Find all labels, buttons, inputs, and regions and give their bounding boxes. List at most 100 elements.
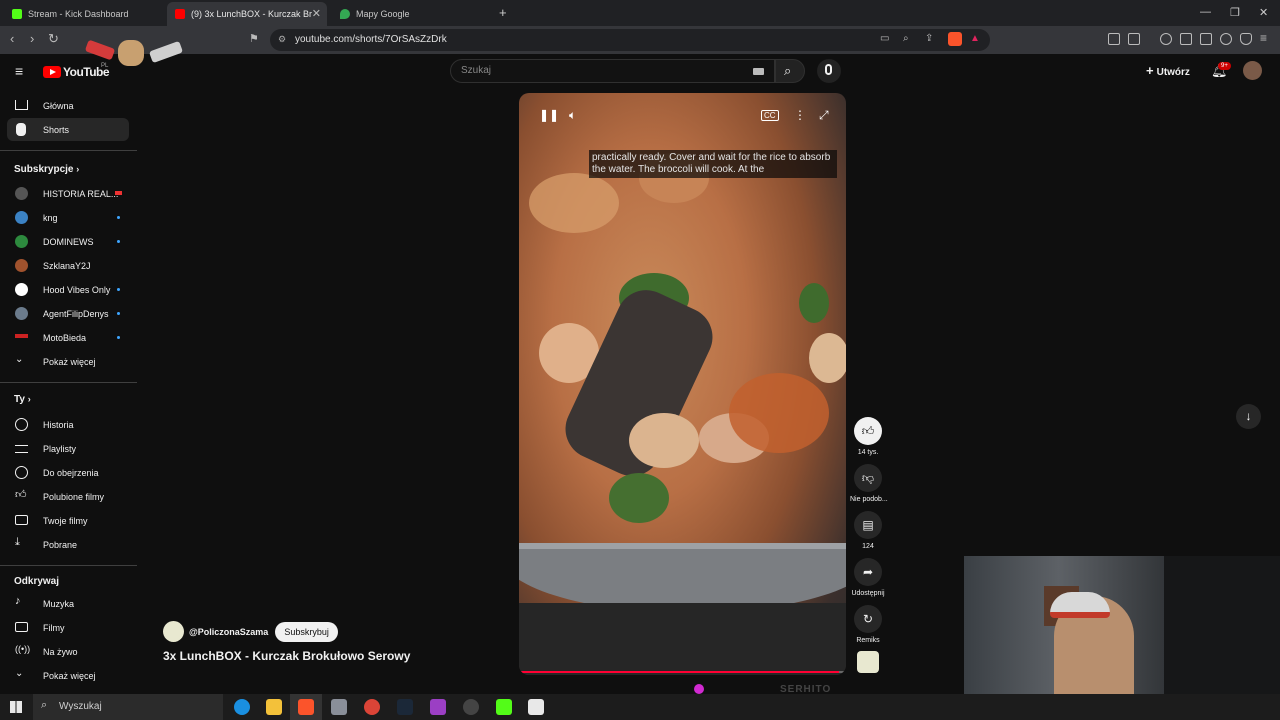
minimize-icon[interactable]: — [1200,6,1211,18]
media-icon[interactable] [1160,33,1172,45]
sidebar-subscription[interactable]: HISTORIA REAL... [7,182,129,205]
wallet-icon[interactable] [1200,33,1212,45]
sidebar-subscription[interactable]: Hood Vibes Only [7,278,129,301]
next-short-button[interactable]: ↓ [1236,404,1261,429]
more-options-icon[interactable]: ⋮ [794,108,806,122]
sidebar-subscription[interactable]: DOMINEWS [7,230,129,253]
keyboard-icon[interactable] [753,68,764,75]
short-title[interactable]: 3x LunchBOX - Kurczak Brokułowo Serowy [163,649,410,663]
tab-kick-dashboard[interactable]: Stream - Kick Dashboard [4,2,167,26]
zoom-icon[interactable]: ⌕ [903,33,909,44]
sidebar-item-history[interactable]: Historia [7,413,129,436]
address-bar[interactable]: ⚙ youtube.com/shorts/7OrSAsZzDrk ▭ ⌕ ⇪ ▲ [270,29,990,51]
steam-icon[interactable] [397,699,413,715]
reload-icon[interactable]: ↻ [48,31,59,47]
sidebar-item-home[interactable]: Główna [7,94,129,117]
sidebar-show-more[interactable]: ⌄ Pokaż więcej [7,664,129,687]
kick-icon[interactable] [496,699,512,715]
channel-row: @PoliczonaSzama Subskrybuj [163,621,338,642]
new-tab-button[interactable]: + [499,5,507,20]
sidebar-subscription[interactable]: AgentFilipDenys [7,302,129,325]
search-input[interactable] [461,65,741,76]
remix-icon[interactable]: ↻ [854,605,882,633]
remix-action[interactable]: ↻ Remiks [850,605,886,644]
like-action[interactable]: 👍︎ 14 tys. [850,417,886,456]
account-avatar[interactable] [1243,61,1262,80]
dislike-action[interactable]: 👎︎ Nie podob... [850,464,888,503]
site-info-icon[interactable]: ⚙ [278,34,286,45]
subscriptions-heading[interactable]: Subskrypcje › [14,164,79,175]
sidebar-show-more[interactable]: ⌄ Pokaż więcej [7,350,129,373]
brave-shields-icon[interactable] [948,32,962,46]
progress-scrubber[interactable] [694,684,704,694]
back-icon[interactable]: ‹ [10,31,14,46]
playlist-icon [15,445,28,453]
sidebar-subscription[interactable]: SzklanaY2J [7,254,129,277]
video-progress-bar[interactable] [519,671,846,673]
share-action[interactable]: ➦ Udostępnij [850,558,886,597]
liked-icon: 👍︎ [15,489,27,501]
restore-icon[interactable]: ❐ [1230,6,1240,19]
edge-icon[interactable] [234,699,250,715]
taskbar-search[interactable]: ⌕ Wyszukaj [33,694,223,720]
fullscreen-icon[interactable]: ⤢ [819,108,829,123]
comment-icon[interactable]: ▤ [854,511,882,539]
channel-avatar[interactable] [163,621,184,642]
tab-youtube-short[interactable]: (9) 3x LunchBOX - Kurczak Br ✕ [167,2,327,26]
pause-icon[interactable]: ❚❚ [539,108,559,122]
bookmark-icon[interactable]: ⚑ [249,32,259,45]
leo-ai-icon[interactable] [1220,33,1232,45]
tab-google-maps[interactable]: Mapy Google [332,2,492,26]
search-button[interactable]: ⌕ [775,59,805,83]
app-icon[interactable] [331,699,347,715]
sidebar-item-downloads[interactable]: ⤓ Pobrane [7,533,129,556]
windows-start-icon[interactable] [10,701,22,713]
sidebar-item-live[interactable]: ((•)) Na żywo [7,640,129,663]
sidebar-item-playlists[interactable]: Playlisty [7,437,129,460]
sidebar-subscription[interactable]: MotoBieda [7,326,129,349]
sidebar-item-movies[interactable]: Filmy [7,616,129,639]
sound-thumbnail[interactable] [857,651,879,673]
sidebar-item-shorts[interactable]: Shorts [7,118,129,141]
browser-menu-icon[interactable]: ≡ [1260,31,1267,45]
vpn-icon[interactable] [1240,33,1252,45]
sidebar-toggle-icon[interactable] [1180,33,1192,45]
file-explorer-icon[interactable] [266,699,282,715]
forward-icon[interactable]: › [30,31,34,46]
sidebar-item-your-videos[interactable]: Twoje filmy [7,509,129,532]
sidebar-subscription[interactable]: kng [7,206,129,229]
like-icon[interactable]: 👍︎ [854,417,882,445]
comments-action[interactable]: ▤ 124 [850,511,886,550]
sidebar-item-liked[interactable]: 👍︎ Polubione filmy [7,485,129,508]
app-icon[interactable] [528,699,544,715]
sidebar-item-label: Polubione filmy [43,491,105,502]
brave-rewards-icon[interactable]: ▲ [970,33,980,44]
short-video-player[interactable]: practically ready. Cover and wait for th… [519,93,846,675]
share-page-icon[interactable]: ⇪ [925,33,933,44]
captions-toggle-icon[interactable]: CC [761,110,779,121]
voice-search-button[interactable] [817,59,841,83]
brave-icon[interactable] [298,699,314,715]
extensions-icon[interactable] [1108,33,1120,45]
subscribe-button[interactable]: Subskrybuj [275,621,338,642]
create-button[interactable]: + Utwórz [1146,63,1190,78]
youtube-logo[interactable]: YouTube PL [43,63,110,79]
browser-tab-strip: Stream - Kick Dashboard (9) 3x LunchBOX … [0,0,1280,26]
your-videos-icon [15,515,28,525]
broccoli-floret [609,473,669,523]
chrome-icon[interactable] [364,699,380,715]
obs-icon[interactable] [463,699,479,715]
hamburger-menu-icon[interactable]: ≡ [15,63,23,79]
sidebar-item-music[interactable]: ♪ Muzyka [7,592,129,615]
volume-icon[interactable]: 🔈︎ [569,108,576,123]
dislike-icon[interactable]: 👎︎ [854,464,882,492]
channel-handle[interactable]: @PoliczonaSzama [189,627,268,637]
screenshot-icon[interactable] [1128,33,1140,45]
share-icon[interactable]: ➦ [854,558,882,586]
sidebar-item-watch-later[interactable]: Do obejrzenia [7,461,129,484]
app-icon[interactable] [430,699,446,715]
close-tab-icon[interactable]: ✕ [312,7,321,20]
you-heading[interactable]: Ty › [14,394,31,405]
cast-icon[interactable]: ▭ [880,33,889,44]
close-window-icon[interactable]: ✕ [1259,6,1268,19]
